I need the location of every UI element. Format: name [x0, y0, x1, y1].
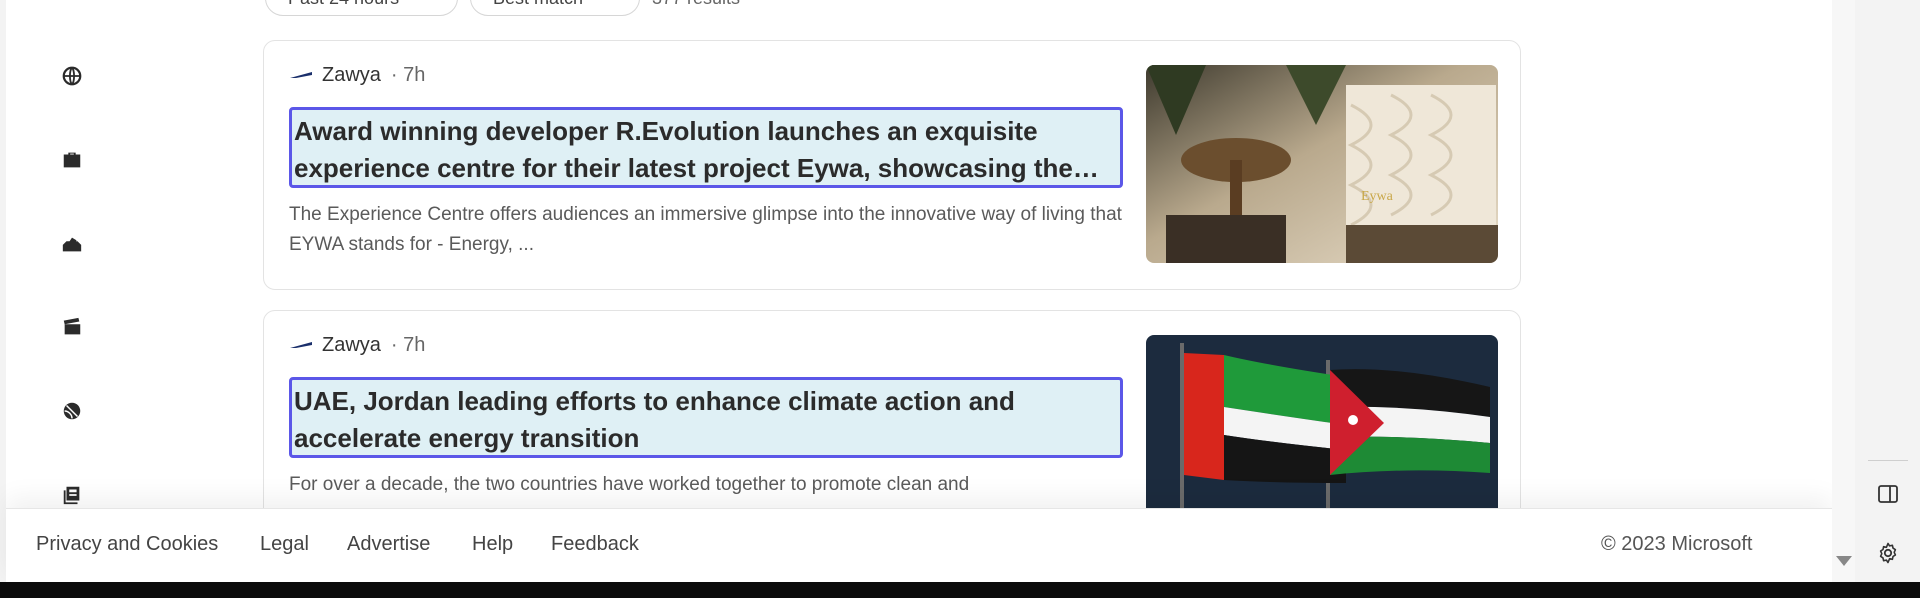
article-snippet: The Experience Centre offers audiences a… — [289, 204, 1122, 255]
time-filter-button[interactable]: Past 24 hours — [265, 0, 458, 16]
clapperboard-icon[interactable] — [58, 313, 86, 341]
footer-link-legal[interactable]: Legal — [260, 533, 309, 556]
sort-filter-label: Best match — [493, 0, 583, 9]
zawya-logo-icon — [290, 72, 312, 78]
footer-link-help[interactable]: Help — [472, 533, 513, 556]
category-sidebar — [6, 0, 126, 510]
article-headline-link[interactable]: Award winning developer R.Evolution laun… — [289, 107, 1123, 188]
sports-ball-icon[interactable] — [58, 397, 86, 425]
source-name: Zawya — [322, 63, 381, 86]
globe-icon[interactable] — [58, 62, 86, 90]
article-headline-link[interactable]: UAE, Jordan leading efforts to enhance c… — [289, 377, 1123, 458]
side-panel-divider — [1868, 460, 1908, 461]
sort-filter-button[interactable]: Best match — [470, 0, 640, 16]
menu-icon[interactable] — [58, 0, 86, 14]
footer-link-feedback[interactable]: Feedback — [551, 533, 639, 556]
vote-icon[interactable] — [58, 230, 86, 258]
results-count: 377 results — [652, 0, 740, 9]
article-source[interactable]: Zawya · 7h — [290, 63, 425, 87]
footer-link-privacy[interactable]: Privacy and Cookies — [36, 533, 218, 556]
news-icon[interactable] — [58, 481, 86, 509]
scroll-down-arrow-icon[interactable] — [1836, 556, 1852, 566]
time-filter-label: Past 24 hours — [288, 0, 399, 9]
page-viewport: Past 24 hours Best match 377 results Zaw… — [0, 0, 1855, 582]
briefcase-icon[interactable] — [58, 146, 86, 174]
vertical-scrollbar[interactable] — [1832, 0, 1855, 582]
article-source[interactable]: Zawya · 7h — [290, 333, 425, 357]
settings-gear-icon[interactable] — [1872, 537, 1904, 569]
copyright-text: © 2023 Microsoft — [1601, 533, 1753, 555]
article-snippet: For over a decade, the two countries hav… — [289, 474, 970, 495]
source-name: Zawya — [322, 333, 381, 356]
zawya-logo-icon — [290, 342, 312, 348]
svg-text:Eywa: Eywa — [1361, 189, 1394, 204]
article-thumbnail[interactable] — [1146, 335, 1498, 533]
sidebar-toggle-icon[interactable] — [1872, 478, 1904, 510]
article-thumbnail[interactable]: Eywa — [1146, 65, 1498, 263]
footer-link-advertise[interactable]: Advertise — [347, 533, 430, 556]
taskbar-strip — [0, 582, 1920, 598]
publish-time: · 7h — [390, 63, 426, 86]
page-footer: Privacy and Cookies Legal Advertise Help… — [6, 508, 1832, 582]
news-card[interactable]: Zawya · 7h Award winning developer R.Evo… — [263, 40, 1521, 290]
publish-time: · 7h — [390, 333, 426, 356]
